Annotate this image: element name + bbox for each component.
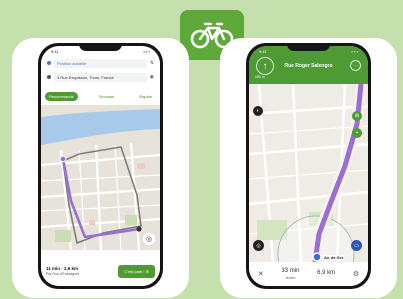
right-phone: 9:41 ▪ ▪ ▪ ↑ 150 m Rue Roger Salengro ⋯ bbox=[246, 43, 371, 289]
eye-icon[interactable]: ◉ bbox=[150, 74, 154, 80]
duration-label: durée bbox=[285, 275, 296, 281]
origin-field[interactable]: Position actuelle ⇅ bbox=[47, 58, 154, 68]
navigation-map[interactable]: ◐ ⊞ + Av. de Grz bbox=[249, 84, 368, 262]
navigation-screen: 9:41 ▪ ▪ ▪ ↑ 150 m Rue Roger Salengro ⋯ bbox=[249, 46, 368, 286]
route-planner-screen: 9:41 ▪ ▪ ▪ Position actuelle ⇅ 3 Rue Esq… bbox=[41, 46, 160, 286]
distance-value: 6,9 km bbox=[317, 270, 336, 277]
duration-stat: 33 min durée bbox=[281, 268, 299, 281]
locate-icon[interactable]: ◎ bbox=[143, 233, 155, 245]
start-navigation-button[interactable]: C'est parti ! ⊕ bbox=[118, 264, 155, 278]
status-indicators: ▪ ▪ ▪ bbox=[143, 49, 150, 54]
destination-input[interactable]: 3 Rue Esquisson, Tours, France bbox=[54, 72, 147, 82]
right-phone-card: 9:41 ▪ ▪ ▪ ↑ 150 m Rue Roger Salengro ⋯ bbox=[220, 38, 397, 298]
chat-icon[interactable]: ▭ bbox=[351, 240, 362, 251]
navigation-bottom-bar: ✕ 33 min durée 6,9 km ⚙ bbox=[249, 262, 368, 286]
route-form: Position actuelle ⇅ 3 Rue Esquisson, Tou… bbox=[41, 55, 160, 105]
close-icon[interactable]: ✕ bbox=[258, 270, 264, 278]
phone-notch bbox=[79, 43, 122, 51]
gear-icon[interactable]: ⚙ bbox=[353, 270, 359, 278]
status-time: 9:41 bbox=[51, 49, 59, 54]
compass-icon[interactable]: ◐ bbox=[253, 106, 263, 116]
destination-dot bbox=[47, 75, 51, 79]
swap-icon[interactable]: ⇅ bbox=[150, 60, 154, 66]
status-time: 9:41 bbox=[259, 49, 267, 54]
trip-info: 11 min · 2,6 km Par Rue d'Entraigues bbox=[46, 266, 118, 276]
origin-dot bbox=[47, 61, 51, 65]
destination-field[interactable]: 3 Rue Esquisson, Tours, France ◉ bbox=[47, 72, 154, 82]
route-type-tabs: Recommandé Sécurisé Rapide bbox=[45, 91, 156, 101]
tab-secure[interactable]: Sécurisé bbox=[95, 92, 119, 101]
duration-value: 33 min bbox=[281, 267, 300, 274]
left-phone-card: 9:41 ▪ ▪ ▪ Position actuelle ⇅ 3 Rue Esq… bbox=[12, 38, 189, 298]
recenter-icon[interactable]: ◎ bbox=[253, 240, 264, 251]
layers-icon[interactable]: ⊞ bbox=[352, 111, 362, 121]
road-label: Av. de Grz bbox=[323, 255, 345, 260]
more-icon[interactable]: ⋯ bbox=[350, 60, 361, 71]
route-map[interactable]: ◎ bbox=[41, 105, 160, 250]
trip-summary-bar: 11 min · 2,6 km Par Rue d'Entraigues C'e… bbox=[41, 256, 160, 286]
tab-recommended[interactable]: Recommandé bbox=[45, 91, 78, 101]
phone-notch bbox=[287, 43, 330, 51]
left-phone: 9:41 ▪ ▪ ▪ Position actuelle ⇅ 3 Rue Esq… bbox=[38, 43, 163, 289]
distance-stat: 6,9 km bbox=[317, 270, 335, 278]
status-indicators: ▪ ▪ ▪ bbox=[351, 49, 358, 54]
tab-fast[interactable]: Rapide bbox=[135, 92, 156, 101]
add-icon[interactable]: + bbox=[352, 128, 362, 138]
turn-distance: 150 m bbox=[255, 75, 265, 79]
trip-summary: Par Rue d'Entraigues bbox=[46, 271, 80, 276]
origin-input[interactable]: Position actuelle bbox=[54, 58, 147, 68]
